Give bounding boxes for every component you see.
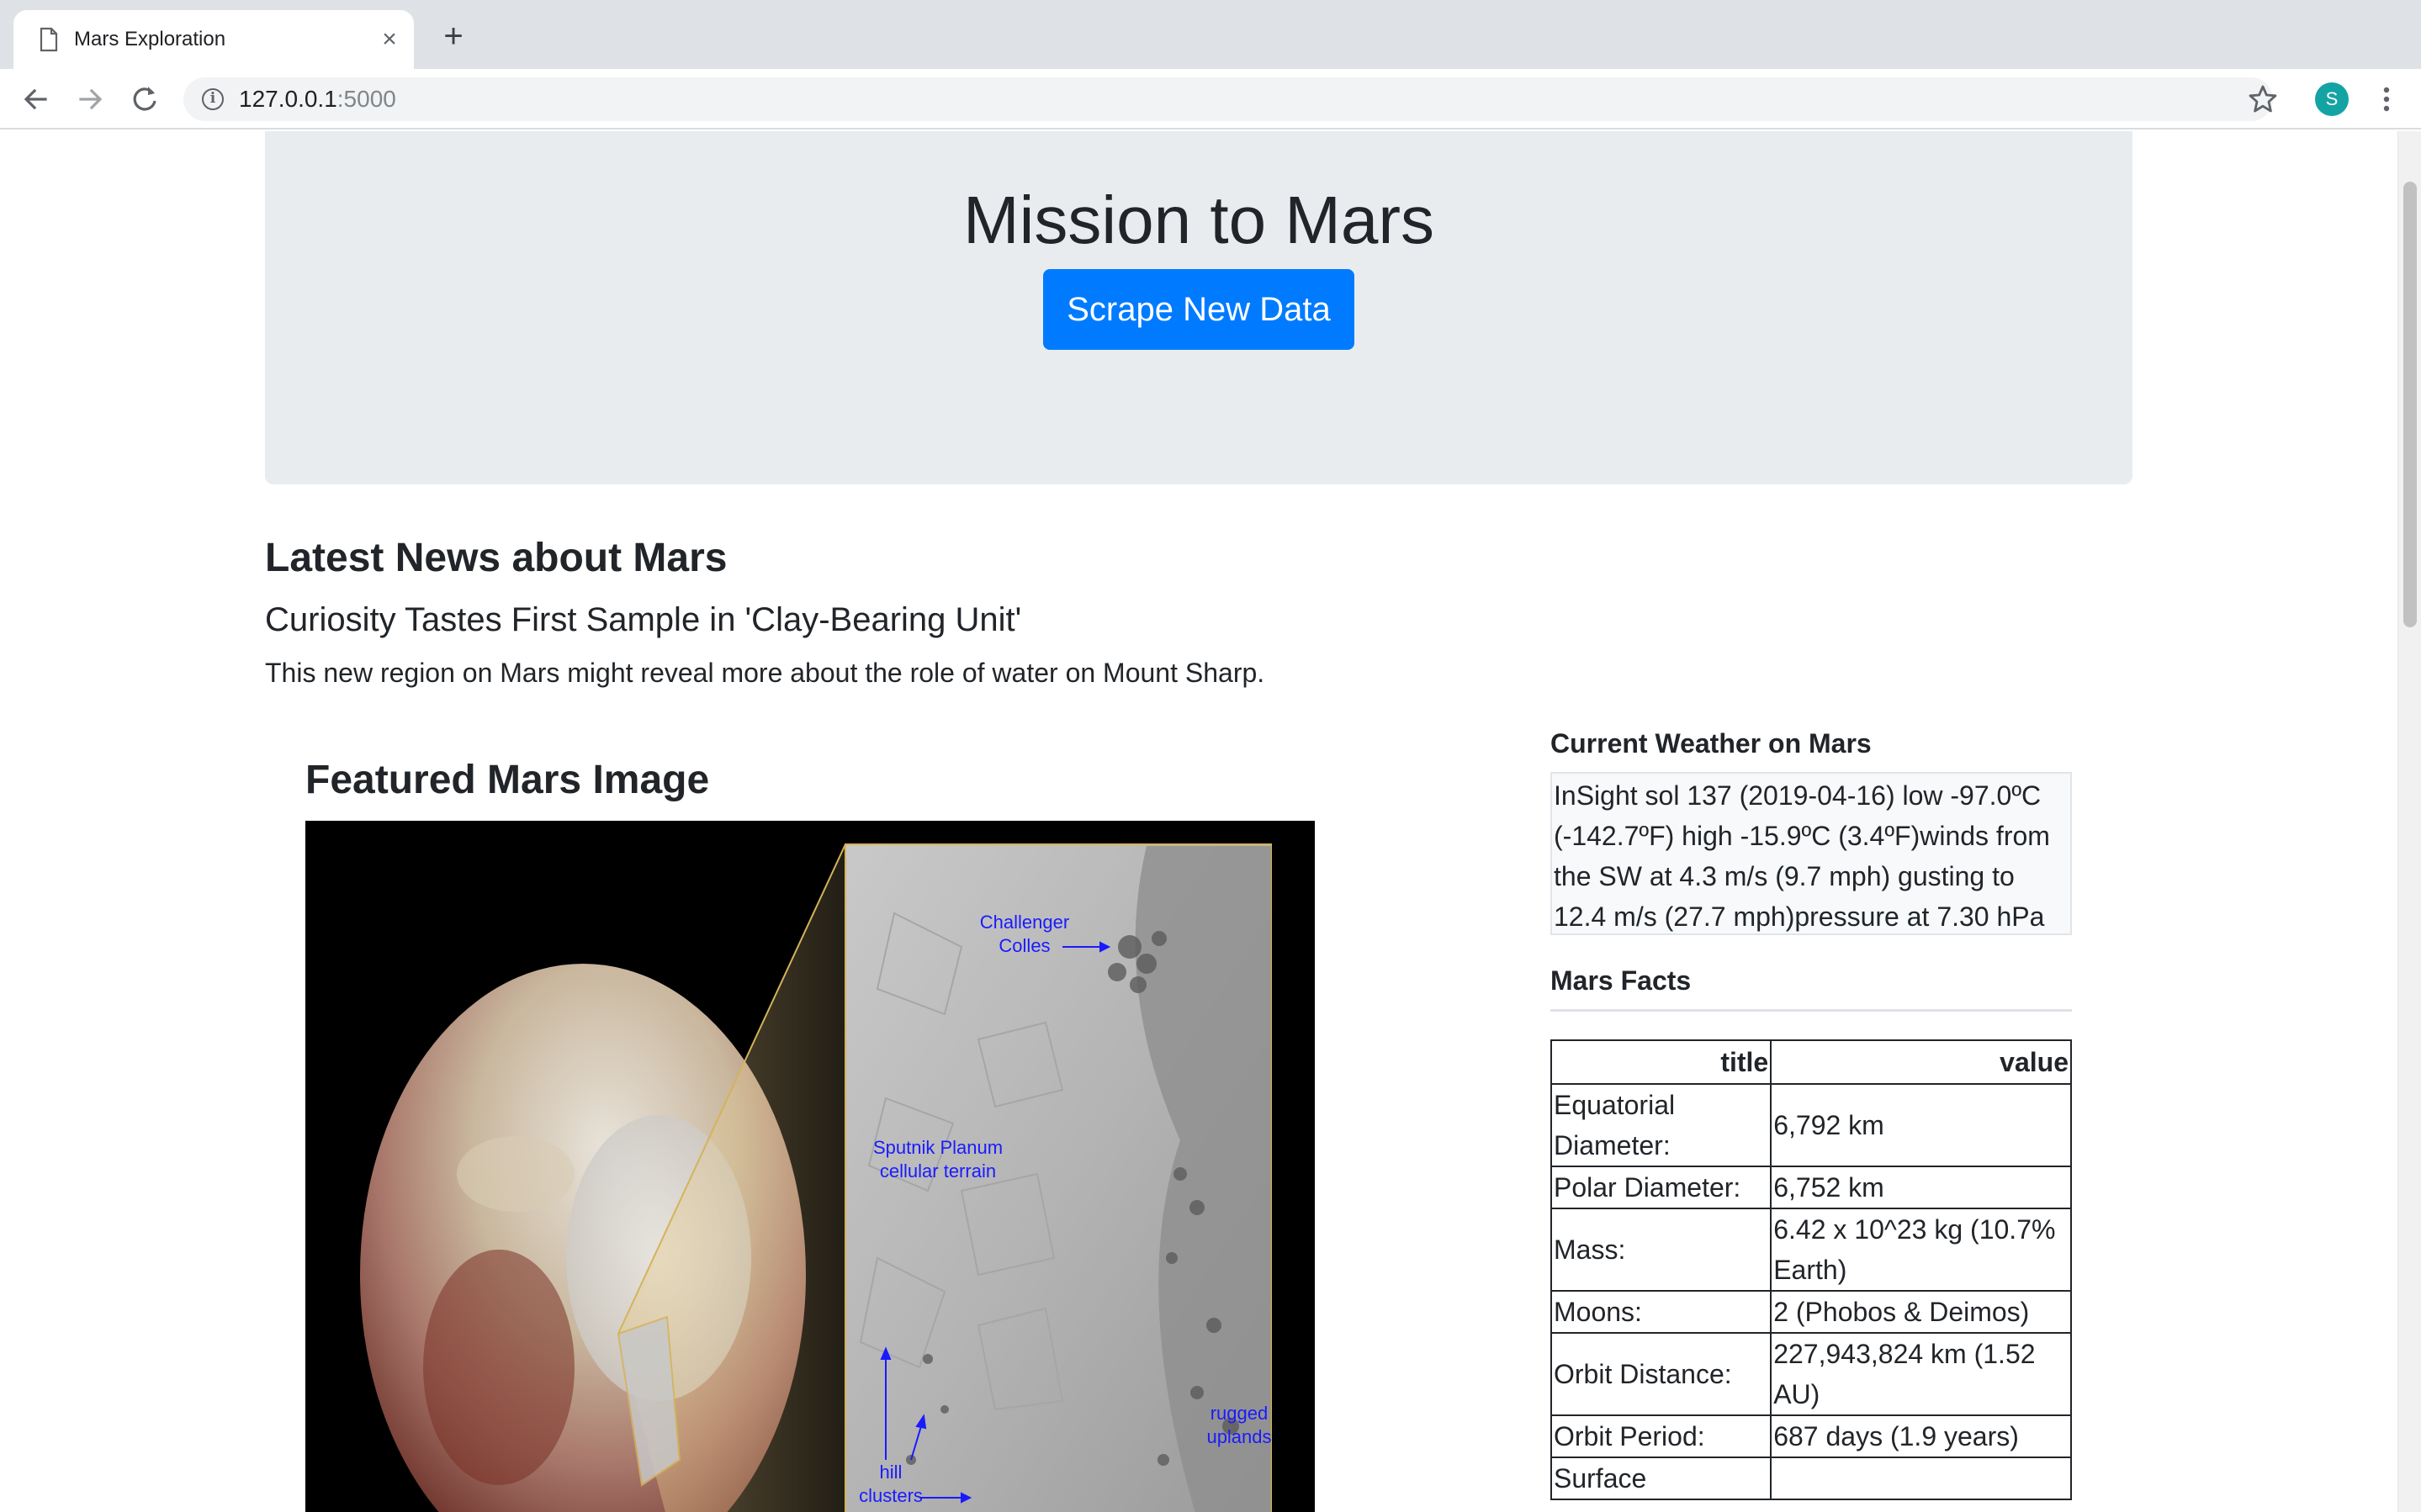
table-row: Orbit Distance: 227,943,824 km (1.52 AU)	[1550, 1332, 2072, 1416]
scrape-new-data-button[interactable]: Scrape New Data	[1043, 269, 1354, 350]
tab-strip: Mars Exploration × +	[0, 0, 2421, 69]
kebab-menu-icon[interactable]	[2374, 82, 2399, 116]
table-row: Orbit Period: 687 days (1.9 years)	[1550, 1414, 2072, 1458]
news-paragraph: This new region on Mars might reveal mor…	[265, 658, 1265, 688]
news-title: Curiosity Tastes First Sample in 'Clay-B…	[265, 601, 1022, 638]
table-row: Moons: 2 (Phobos & Deimos)	[1550, 1290, 2072, 1334]
vertical-scrollbar[interactable]	[2397, 131, 2421, 1512]
news-heading: Latest News about Mars	[265, 536, 728, 580]
new-tab-button[interactable]: +	[439, 19, 468, 53]
page-viewport: Mission to Mars Scrape New Data Latest N…	[0, 131, 2397, 1512]
column-header-value: value	[1770, 1039, 2072, 1085]
table-row: Mass: 6.42 x 10^23 kg (10.7% Earth)	[1550, 1208, 2072, 1292]
reload-icon[interactable]	[128, 82, 162, 116]
fact-title: Mass:	[1550, 1208, 1772, 1292]
page-title: Mission to Mars	[962, 182, 1435, 257]
fact-title: Moons:	[1550, 1290, 1772, 1334]
table-row: Polar Diameter: 6,752 km	[1550, 1166, 2072, 1209]
fact-title: Orbit Period:	[1550, 1414, 1772, 1458]
annotation-hill: hill	[880, 1462, 903, 1483]
fact-value: 687 days (1.9 years)	[1770, 1414, 2072, 1458]
weather-tweet: InSight sol 137 (2019-04-16) low -97.0ºC…	[1550, 772, 2072, 935]
fact-title: Equatorial Diameter:	[1550, 1083, 1772, 1167]
annotation-uplands: uplands	[1206, 1426, 1271, 1447]
fact-title: Polar Diameter:	[1550, 1166, 1772, 1209]
page-icon	[40, 27, 58, 52]
annotation-sputnik: Sputnik Planum	[873, 1137, 1003, 1158]
fact-value: 6,752 km	[1770, 1166, 2072, 1209]
fact-value: 227,943,824 km (1.52 AU)	[1770, 1332, 2072, 1416]
scrollbar-thumb[interactable]	[2403, 182, 2417, 627]
facts-divider	[1550, 1009, 2072, 1012]
table-row: Equatorial Diameter: 6,792 km	[1550, 1083, 2072, 1167]
jumbotron: Mission to Mars Scrape New Data	[265, 131, 2132, 484]
annotation-clusters: clusters	[859, 1485, 923, 1506]
annotation-cellular: cellular terrain	[880, 1160, 996, 1182]
close-tab-icon[interactable]: ×	[375, 25, 404, 54]
forward-icon[interactable]	[74, 82, 108, 116]
url-text[interactable]: 127.0.0.1:5000	[239, 87, 396, 112]
weather-heading: Current Weather on Mars	[1550, 728, 1872, 759]
profile-avatar[interactable]: S	[2315, 82, 2349, 116]
annotation-rugged: rugged	[1210, 1403, 1269, 1424]
back-icon[interactable]	[19, 82, 52, 116]
mars-facts-table: title value Equatorial Diameter: 6,792 k…	[1550, 1039, 2072, 1500]
featured-image-heading: Featured Mars Image	[305, 758, 710, 802]
fact-value: 6.42 x 10^23 kg (10.7% Earth)	[1770, 1208, 2072, 1292]
annotation-colles: Colles	[999, 935, 1050, 956]
featured-image[interactable]: Challenger Colles Sputnik Planum cellula…	[305, 821, 1315, 1512]
fact-title: Surface	[1550, 1456, 1772, 1500]
info-icon[interactable]: i	[202, 88, 224, 110]
fact-value: 2 (Phobos & Deimos)	[1770, 1290, 2072, 1334]
fact-value: 6,792 km	[1770, 1083, 2072, 1167]
annotation-challenger: Challenger	[980, 912, 1069, 933]
tab-title: Mars Exploration	[74, 28, 226, 50]
table-header-row: title value	[1550, 1039, 2072, 1085]
fact-value	[1770, 1456, 2072, 1500]
fact-title: Orbit Distance:	[1550, 1332, 1772, 1416]
pluto-image: Challenger Colles Sputnik Planum cellula…	[305, 821, 1315, 1512]
browser-toolbar: i 127.0.0.1:5000	[0, 69, 2421, 130]
facts-heading: Mars Facts	[1550, 965, 1692, 996]
star-icon[interactable]	[2246, 82, 2280, 116]
active-tab[interactable]: Mars Exploration ×	[13, 10, 414, 69]
table-row: Surface	[1550, 1456, 2072, 1500]
address-bar[interactable]: i 127.0.0.1:5000	[183, 77, 2273, 121]
column-header-title: title	[1550, 1039, 1772, 1085]
